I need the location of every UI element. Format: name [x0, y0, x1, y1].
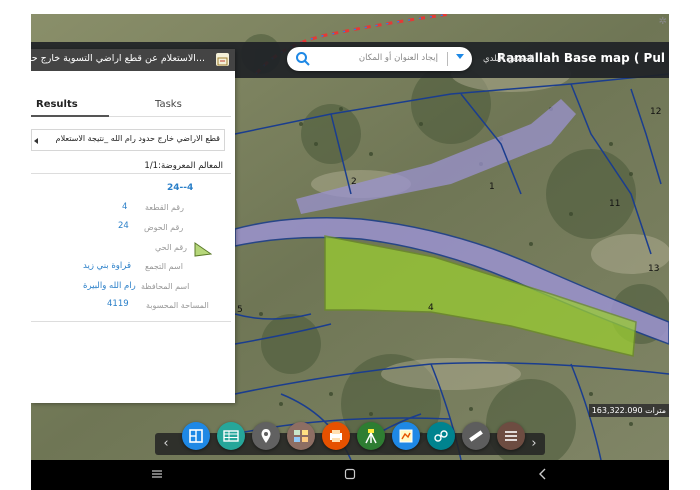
table-icon	[223, 430, 239, 442]
record-title[interactable]: 24--4	[167, 183, 193, 193]
measure-icon	[469, 430, 483, 442]
field-label: رقم القطعة	[145, 203, 184, 212]
query-widget-icon[interactable]	[216, 53, 229, 66]
attribute-table-button[interactable]	[217, 422, 245, 450]
scale-readout: 163,322.090 مترات	[588, 404, 669, 417]
android-nav-bar	[31, 460, 669, 490]
search-box[interactable]: إيجاد العنوان أو المكان	[287, 47, 472, 71]
map-document-button[interactable]	[392, 422, 420, 450]
location-pin-icon	[261, 429, 271, 443]
app-frame: 2 1 11 12 13 4 5 ✲ Ramallah Base map ( P…	[31, 14, 669, 490]
chevron-left-icon[interactable]: ‹	[155, 433, 177, 455]
query-button[interactable]	[427, 422, 455, 450]
active-tab-indicator	[31, 115, 109, 117]
parcel-label: 13	[648, 264, 659, 274]
municipal-label[interactable]: المصفح البلدي	[483, 54, 534, 64]
divider	[31, 321, 231, 322]
panel-title: الاستعلام عن قطع اراضي التسوية خارج حدو.…	[31, 53, 205, 64]
parcel-label: 2	[351, 177, 357, 187]
field-value: قراوة بني زيد	[83, 261, 132, 271]
chevron-down-icon[interactable]	[456, 54, 464, 59]
home-icon[interactable]	[344, 468, 356, 480]
search-input[interactable]: إيجاد العنوان أو المكان	[359, 53, 438, 63]
parcel-label: 11	[609, 199, 620, 209]
query-results-panel: الاستعلام عن قطع اراضي التسوية خارج حدو.…	[31, 49, 235, 403]
field-value: 24	[118, 221, 129, 231]
map-document-icon	[399, 429, 413, 443]
polygon-feature-icon	[194, 242, 212, 257]
recent-apps-icon[interactable]	[151, 468, 163, 480]
chevron-left-icon[interactable]	[34, 138, 38, 144]
layers-button[interactable]	[182, 422, 210, 450]
parcel-label: 12	[650, 107, 661, 117]
parcel-label: 4	[428, 303, 434, 313]
field-value: 4119	[107, 299, 129, 309]
panel-header: الاستعلام عن قطع اراضي التسوية خارج حدو.…	[31, 49, 235, 71]
measure-button[interactable]	[462, 422, 490, 450]
list-menu-button[interactable]	[497, 422, 525, 450]
search-icon[interactable]	[295, 51, 311, 67]
field-value: رام الله والبيرة	[83, 281, 136, 291]
parcel-label: 1	[489, 182, 495, 192]
back-icon[interactable]	[537, 468, 549, 480]
parcel-label: 5	[237, 305, 243, 315]
result-layer-value: قطع الاراضي خارج حدود رام الله _نتيجة ال…	[55, 134, 220, 143]
field-label: المساحة المحسوبة	[146, 301, 209, 310]
result-layer-select[interactable]: قطع الاراضي خارج حدود رام الله _نتيجة ال…	[31, 129, 225, 151]
tab-results[interactable]: Results	[36, 99, 78, 110]
basemap-gallery-button[interactable]	[287, 422, 315, 450]
print-button[interactable]	[322, 422, 350, 450]
basemap-gallery-icon	[294, 430, 308, 442]
survey-tripod-icon	[365, 429, 377, 444]
layers-icon	[189, 429, 203, 443]
field-label: اسم المحافظة	[141, 282, 190, 291]
survey-button[interactable]	[357, 422, 385, 450]
search-separator	[447, 52, 448, 66]
settings-gear-icon[interactable]: ✲	[659, 16, 667, 27]
panel-tabs: Results Tasks	[31, 93, 235, 117]
shown-features-count: المعالم المعروضة:1/1	[144, 161, 223, 171]
chevron-right-icon[interactable]: ›	[523, 433, 545, 455]
tab-tasks[interactable]: Tasks	[155, 99, 182, 110]
query-icon	[434, 430, 448, 442]
locate-button[interactable]	[252, 422, 280, 450]
divider	[31, 173, 231, 174]
field-label: رقم الحوض	[144, 223, 184, 232]
print-icon	[330, 430, 342, 442]
list-menu-icon	[505, 431, 517, 441]
field-value: 4	[122, 202, 128, 212]
field-label: رقم الحي	[155, 243, 188, 252]
field-label: اسم التجمع	[145, 262, 183, 271]
